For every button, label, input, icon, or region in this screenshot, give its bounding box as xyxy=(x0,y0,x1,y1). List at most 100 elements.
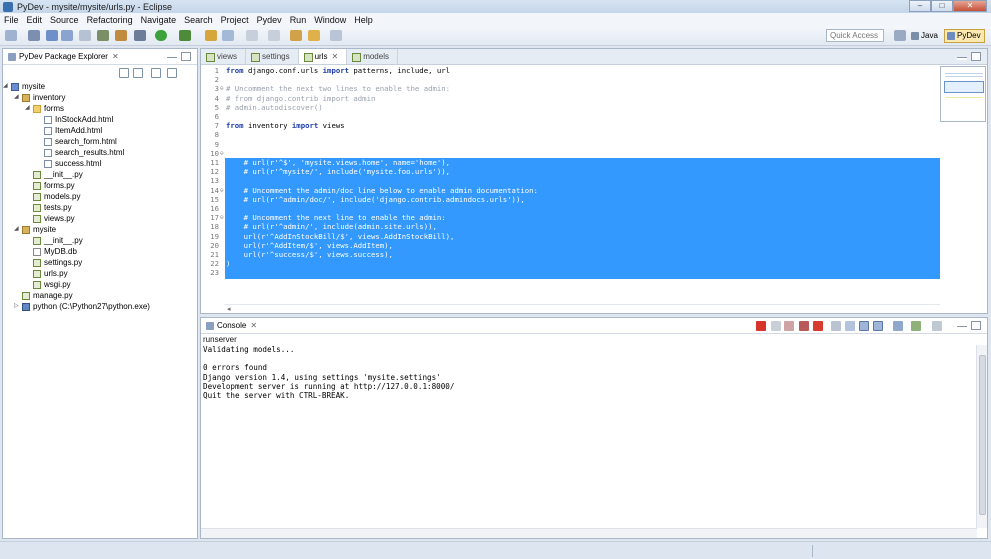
package-explorer-tab[interactable]: PyDev Package Explorer ✕ xyxy=(3,49,197,65)
minimap-viewport[interactable] xyxy=(944,81,984,93)
minimize-editor-icon[interactable] xyxy=(957,57,967,60)
fold-toggle-icon[interactable]: ⊖ xyxy=(220,186,225,195)
menu-edit[interactable]: Edit xyxy=(27,15,43,25)
tree-item[interactable]: tests.py xyxy=(3,202,197,213)
debug-icon[interactable] xyxy=(134,30,146,41)
open-type-icon[interactable] xyxy=(97,30,109,41)
console-horizontal-scrollbar[interactable] xyxy=(201,528,977,538)
tree-item[interactable]: __init__.py xyxy=(3,235,197,246)
tree-item[interactable]: forms.py xyxy=(3,180,197,191)
close-tab-icon[interactable]: ✕ xyxy=(331,52,338,61)
open-folder-icon[interactable] xyxy=(205,30,217,41)
tree-item[interactable]: ◢ forms xyxy=(3,103,197,114)
scrollbar-thumb[interactable] xyxy=(979,355,986,515)
console-output[interactable]: Validating models... 0 errors found Django… xyxy=(201,345,977,525)
close-button[interactable]: ✕ xyxy=(953,0,987,12)
remove-all-icon[interactable] xyxy=(784,321,794,331)
tree-item[interactable]: success.html xyxy=(3,158,197,169)
menu-navigate[interactable]: Navigate xyxy=(141,15,177,25)
search-icon[interactable] xyxy=(222,30,234,41)
scroll-left-icon[interactable]: ◂ xyxy=(227,305,231,313)
expanded-arrow-icon[interactable]: ◢ xyxy=(14,224,19,235)
save-icon[interactable] xyxy=(46,30,58,41)
display-console-icon[interactable] xyxy=(911,321,921,331)
tab-urls[interactable]: urls ✕ xyxy=(298,49,348,64)
tree-item[interactable]: views.py xyxy=(3,213,197,224)
word-wrap-icon[interactable] xyxy=(859,321,869,331)
last-edit-icon[interactable] xyxy=(290,30,302,41)
open-console-icon[interactable] xyxy=(932,321,942,331)
maximize-console-icon[interactable] xyxy=(971,321,981,330)
expanded-arrow-icon[interactable]: ◢ xyxy=(25,103,30,114)
clear-console-icon[interactable] xyxy=(831,321,841,331)
maximize-editor-icon[interactable] xyxy=(971,52,981,61)
menu-refactoring[interactable]: Refactoring xyxy=(87,15,133,25)
tab-views[interactable]: views xyxy=(201,49,247,64)
minimize-view-icon[interactable] xyxy=(167,57,177,60)
tree-item[interactable]: ItemAdd.html xyxy=(3,125,197,136)
editor-minimap[interactable] xyxy=(940,66,986,122)
collapsed-arrow-icon[interactable]: ▷ xyxy=(14,301,19,312)
fold-toggle-icon[interactable]: ⊖ xyxy=(220,84,225,93)
pin-console-icon[interactable] xyxy=(893,321,903,331)
code-area[interactable]: 1 from django.conf.urls import patterns, … xyxy=(201,66,940,304)
quick-access-input[interactable] xyxy=(826,29,884,42)
console-tab[interactable]: Console ✕ xyxy=(201,318,987,334)
external-tools-icon[interactable] xyxy=(179,30,191,41)
expanded-arrow-icon[interactable]: ◢ xyxy=(14,92,19,103)
forward-icon[interactable] xyxy=(330,30,342,41)
tree-item[interactable]: manage.py xyxy=(3,290,197,301)
tree-item[interactable]: InStockAdd.html xyxy=(3,114,197,125)
tree-item[interactable]: models.py xyxy=(3,191,197,202)
open-perspective-icon[interactable] xyxy=(894,30,906,41)
console-vertical-scrollbar[interactable] xyxy=(976,345,987,528)
package-icon[interactable] xyxy=(115,30,127,41)
terminate-icon[interactable] xyxy=(756,321,766,331)
tree-item[interactable]: search_results.html xyxy=(3,147,197,158)
new-dropdown-icon[interactable] xyxy=(28,30,40,41)
tab-settings[interactable]: settings xyxy=(246,49,299,64)
back-icon[interactable] xyxy=(308,30,320,41)
terminate-all-icon[interactable] xyxy=(813,321,823,331)
tree-item[interactable]: MyDB.db xyxy=(3,246,197,257)
filter-icon[interactable] xyxy=(151,68,161,78)
close-icon[interactable]: ✕ xyxy=(112,52,119,61)
maximize-view-icon[interactable] xyxy=(181,52,191,61)
minimize-console-icon[interactable] xyxy=(957,326,967,329)
menu-window[interactable]: Window xyxy=(314,15,346,25)
collapse-all-icon[interactable] xyxy=(119,68,129,78)
menu-file[interactable]: File xyxy=(4,15,19,25)
new-icon[interactable] xyxy=(5,30,17,41)
stop-icon[interactable] xyxy=(799,321,809,331)
run-icon[interactable] xyxy=(155,30,167,41)
tab-models[interactable]: models xyxy=(347,49,398,64)
menu-search[interactable]: Search xyxy=(184,15,213,25)
tree-item[interactable]: wsgi.py xyxy=(3,279,197,290)
maximize-button[interactable]: □ xyxy=(931,0,953,12)
fold-toggle-icon[interactable]: ⊖ xyxy=(220,149,225,158)
menu-pydev[interactable]: Pydev xyxy=(257,15,282,25)
print-icon[interactable] xyxy=(79,30,91,41)
tree-item[interactable]: ◢ mysite xyxy=(3,224,197,235)
menu-help[interactable]: Help xyxy=(354,15,373,25)
tree-item[interactable]: ◢ mysite xyxy=(3,81,197,92)
save-all-icon[interactable] xyxy=(61,30,73,41)
next-annotation-icon[interactable] xyxy=(268,30,280,41)
tree-item[interactable]: __init__.py xyxy=(3,169,197,180)
tree-item[interactable]: urls.py xyxy=(3,268,197,279)
fold-toggle-icon[interactable]: ⊖ xyxy=(220,213,225,222)
minimize-button[interactable]: – xyxy=(909,0,931,12)
menu-source[interactable]: Source xyxy=(50,15,79,25)
close-icon[interactable]: ✕ xyxy=(250,321,257,330)
remove-launch-icon[interactable] xyxy=(771,321,781,331)
tree-item[interactable]: search_form.html xyxy=(3,136,197,147)
link-with-editor-icon[interactable] xyxy=(133,68,143,78)
tree-item[interactable]: ▷ python (C:\Python27\python.exe) xyxy=(3,301,197,312)
view-menu-icon[interactable] xyxy=(167,68,177,78)
tree-item[interactable]: settings.py xyxy=(3,257,197,268)
menu-run[interactable]: Run xyxy=(290,15,307,25)
annotation-icon[interactable] xyxy=(246,30,258,41)
chevron-down-icon[interactable] xyxy=(183,68,193,78)
expanded-arrow-icon[interactable]: ◢ xyxy=(3,81,8,92)
perspective-java[interactable]: Java xyxy=(908,29,942,43)
